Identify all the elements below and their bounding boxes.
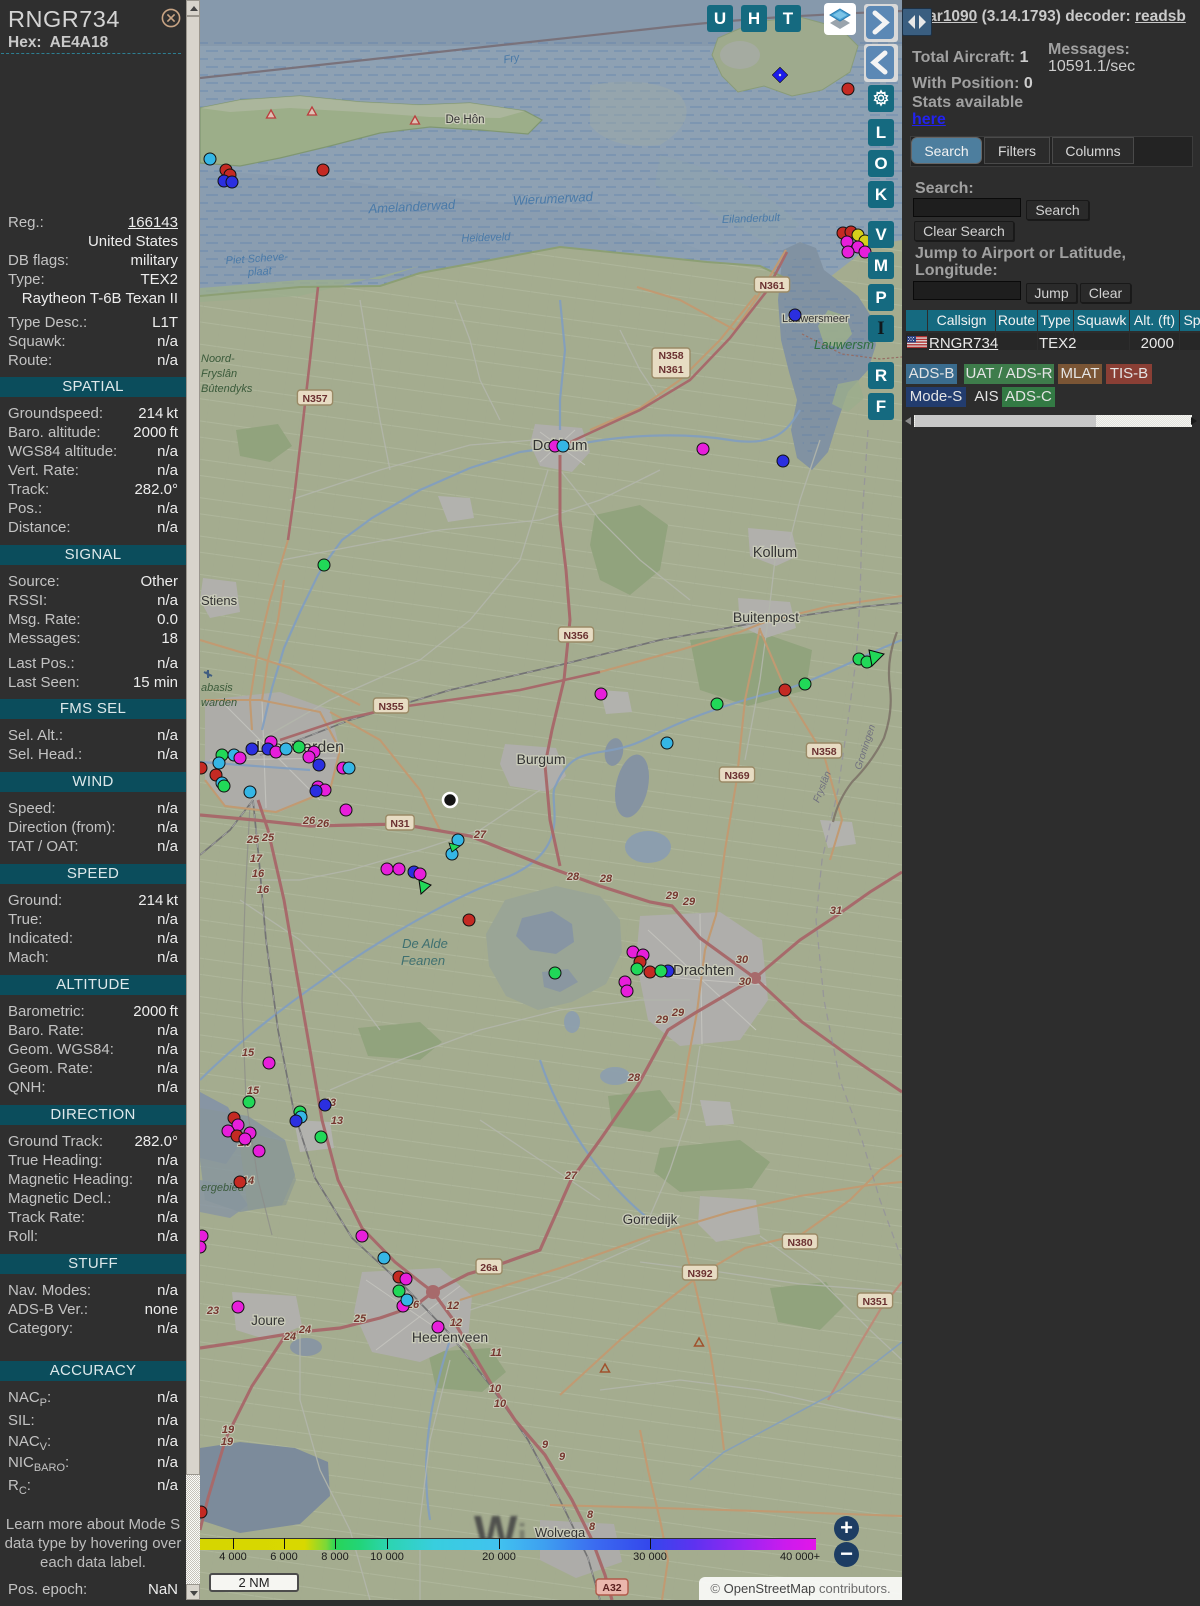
svg-text:warden: warden <box>201 697 237 709</box>
svg-text:Burgum: Burgum <box>516 751 565 767</box>
svg-text:9: 9 <box>559 1451 566 1463</box>
svg-text:8: 8 <box>589 1521 596 1533</box>
svg-text:29: 29 <box>671 1007 685 1019</box>
svg-text:N31: N31 <box>390 818 409 830</box>
svg-text:15: 15 <box>247 1085 260 1097</box>
svg-text:10: 10 <box>489 1383 502 1395</box>
svg-text:19: 19 <box>222 1424 235 1436</box>
svg-text:Kollum: Kollum <box>753 545 797 561</box>
svg-text:Eilanderbult: Eilanderbult <box>722 212 781 226</box>
svg-text:29: 29 <box>665 890 679 902</box>
svg-text:Heerenveen: Heerenveen <box>412 1329 488 1345</box>
svg-text:10: 10 <box>494 1398 507 1410</box>
svg-text:Joure: Joure <box>251 1313 285 1328</box>
svg-text:25: 25 <box>353 1313 367 1325</box>
svg-text:N361: N361 <box>759 280 784 292</box>
svg-text:12: 12 <box>450 1317 462 1329</box>
svg-text:23: 23 <box>206 1305 219 1317</box>
svg-text:13: 13 <box>331 1115 343 1127</box>
svg-text:8: 8 <box>587 1509 594 1521</box>
svg-text:Buitenpost: Buitenpost <box>733 609 799 625</box>
svg-text:De Alde: De Alde <box>402 936 448 951</box>
svg-text:26: 26 <box>316 818 330 830</box>
svg-text:16: 16 <box>257 884 270 896</box>
svg-text:Bûtendyks: Bûtendyks <box>201 383 253 395</box>
svg-text:31: 31 <box>830 905 842 917</box>
svg-text:25: 25 <box>261 832 275 844</box>
svg-text:30: 30 <box>739 976 752 988</box>
svg-text:27: 27 <box>564 1170 578 1182</box>
svg-text:N358: N358 <box>811 746 836 758</box>
svg-text:N361: N361 <box>658 364 683 376</box>
svg-text:26: 26 <box>302 815 316 827</box>
svg-text:19: 19 <box>221 1436 234 1448</box>
svg-text:9: 9 <box>542 1439 549 1451</box>
svg-text:28: 28 <box>627 1072 641 1084</box>
svg-text:N380: N380 <box>787 1237 812 1249</box>
svg-text:29: 29 <box>682 896 696 908</box>
svg-text:plaat: plaat <box>246 265 273 279</box>
svg-text:16: 16 <box>252 868 265 880</box>
svg-text:Gorredijk: Gorredijk <box>623 1212 678 1227</box>
svg-text:Noord-: Noord- <box>201 353 235 365</box>
svg-text:28: 28 <box>566 871 580 883</box>
svg-text:27: 27 <box>473 829 487 841</box>
svg-text:17: 17 <box>250 853 263 865</box>
svg-text:Feanen: Feanen <box>401 953 445 968</box>
svg-text:Heideveld: Heideveld <box>461 231 511 245</box>
svg-text:29: 29 <box>655 1014 669 1026</box>
svg-text:N357: N357 <box>302 393 327 405</box>
svg-text:11: 11 <box>490 1347 501 1359</box>
svg-text:N355: N355 <box>378 701 403 713</box>
svg-text:24: 24 <box>298 1324 311 1336</box>
svg-text:N392: N392 <box>687 1268 712 1280</box>
svg-text:abasis: abasis <box>201 682 233 694</box>
svg-text:Fryslân: Fryslân <box>201 368 237 380</box>
svg-text:25: 25 <box>246 834 260 846</box>
svg-text:Stiens: Stiens <box>201 593 238 608</box>
svg-text:Lauwersm: Lauwersm <box>814 337 874 352</box>
svg-text:30: 30 <box>736 954 749 966</box>
svg-text:N356: N356 <box>563 630 588 642</box>
svg-text:Drachten: Drachten <box>673 962 734 979</box>
svg-text:N369: N369 <box>724 770 749 782</box>
svg-text:26a: 26a <box>480 1262 498 1274</box>
svg-text:24: 24 <box>283 1331 296 1343</box>
svg-text:N351: N351 <box>862 1296 887 1308</box>
svg-text:12: 12 <box>447 1300 459 1312</box>
svg-text:De Hôn: De Hôn <box>446 114 485 126</box>
svg-text:28: 28 <box>599 873 613 885</box>
svg-text:15: 15 <box>242 1047 255 1059</box>
svg-text:N358: N358 <box>658 350 683 362</box>
svg-text:A32: A32 <box>602 1582 621 1594</box>
